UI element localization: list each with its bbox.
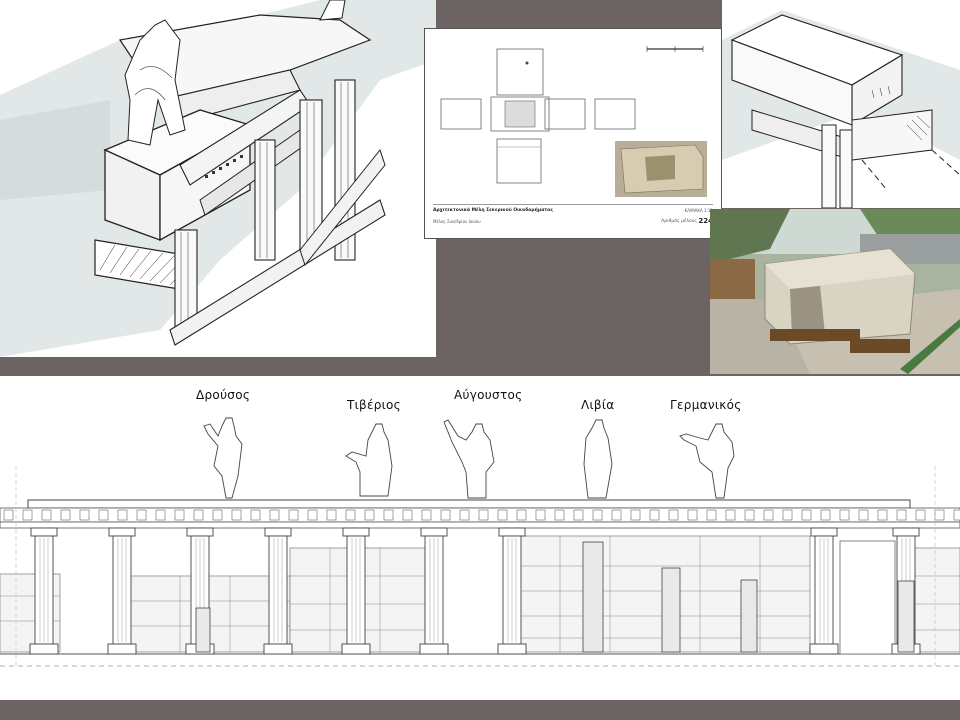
stoa-isometric-sketch xyxy=(0,0,436,357)
triglyph xyxy=(687,509,698,521)
triglyph xyxy=(535,509,546,521)
triglyph xyxy=(478,509,489,521)
architectural-drawing-sheet: Αρχιτεκτονικά Μέλη Σεκερικού Οικοδομήματ… xyxy=(424,28,722,239)
triglyph xyxy=(345,509,356,521)
triglyph xyxy=(782,509,793,521)
stone-block-photo xyxy=(710,209,960,374)
triglyph xyxy=(155,509,166,521)
sheet-title: Αρχιτεκτονικά Μέλη Σεκερικού Οικοδομήματ… xyxy=(433,208,553,213)
triglyph xyxy=(231,509,242,521)
figure-label-livia: Λιβία xyxy=(581,398,615,412)
triglyph xyxy=(801,509,812,521)
triglyph xyxy=(212,509,223,521)
triglyph xyxy=(573,509,584,521)
triglyph xyxy=(744,509,755,521)
triglyph xyxy=(953,509,960,521)
triglyph xyxy=(440,509,451,521)
triglyph xyxy=(117,509,128,521)
triglyph xyxy=(706,509,717,521)
sheet-number-label: Αριθμός μέλους xyxy=(661,219,697,224)
triglyph xyxy=(915,509,926,521)
triglyph xyxy=(934,509,945,521)
triglyph xyxy=(326,509,337,521)
triglyph xyxy=(516,509,527,521)
triglyph xyxy=(250,509,261,521)
triglyph xyxy=(611,509,622,521)
figure-label-tiberius: Τιβέριος xyxy=(347,398,401,412)
triglyph xyxy=(193,509,204,521)
triglyph xyxy=(3,509,14,521)
triglyph xyxy=(22,509,33,521)
figure-label-augustus: Αύγουστος xyxy=(454,388,523,402)
triglyph xyxy=(839,509,850,521)
triglyph xyxy=(858,509,869,521)
triglyph xyxy=(725,509,736,521)
triglyph xyxy=(896,509,907,521)
triglyph xyxy=(136,509,147,521)
triglyph xyxy=(497,509,508,521)
triglyph xyxy=(288,509,299,521)
column xyxy=(809,527,839,655)
stoa-elevation-drawing: Δρούσος Τιβέριος Αύγουστος Λιβία Γερμανι… xyxy=(0,376,960,700)
triglyph xyxy=(60,509,71,521)
figure-label-drusus: Δρούσος xyxy=(196,388,251,402)
sheet-title-rule xyxy=(433,204,713,205)
triglyph xyxy=(668,509,679,521)
triglyph xyxy=(649,509,660,521)
triglyph xyxy=(763,509,774,521)
triglyph xyxy=(421,509,432,521)
triglyph xyxy=(630,509,641,521)
triglyph xyxy=(41,509,52,521)
triglyph xyxy=(174,509,185,521)
triglyph xyxy=(269,509,280,521)
triglyph xyxy=(307,509,318,521)
triglyph xyxy=(592,509,603,521)
triglyph xyxy=(383,509,394,521)
triglyph xyxy=(98,509,109,521)
triglyph xyxy=(877,509,888,521)
triglyph xyxy=(554,509,565,521)
sheet-subtitle: Μέλος Συνεδρίου Ιονίου xyxy=(433,219,481,224)
triglyph xyxy=(364,509,375,521)
triglyph xyxy=(79,509,90,521)
triglyph xyxy=(402,509,413,521)
figure-label-germanicus: Γερμανικός xyxy=(670,398,742,412)
bottom-band xyxy=(0,700,960,720)
triglyph xyxy=(459,509,470,521)
triglyph xyxy=(820,509,831,521)
beam-detail-sketch xyxy=(722,0,960,208)
sheet-scale: ΚΛΙΜΑΚΑ 1:10 xyxy=(684,208,713,213)
